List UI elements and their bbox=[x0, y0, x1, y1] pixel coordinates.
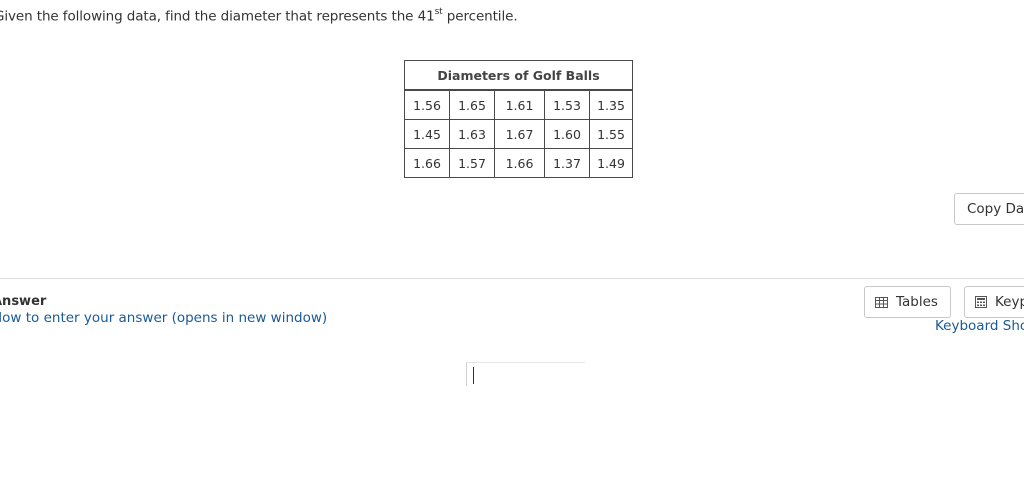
keypad-label: Keypad bbox=[995, 294, 1024, 310]
answer-input[interactable] bbox=[466, 362, 585, 386]
keyboard-shortcuts-link[interactable]: Keyboard Shortcuts bbox=[935, 318, 1024, 334]
question-text: Given the following data, find the diame… bbox=[0, 7, 518, 25]
table-caption: Diameters of Golf Balls bbox=[404, 60, 633, 91]
table-grid-icon bbox=[875, 296, 888, 308]
table-cell: 1.56 bbox=[404, 89, 450, 120]
answer-heading: Answer bbox=[0, 294, 47, 309]
table-cell: 1.67 bbox=[494, 119, 545, 149]
table-cell: 1.63 bbox=[449, 119, 495, 149]
table-cell: 1.66 bbox=[404, 148, 450, 178]
table-cell: 1.57 bbox=[449, 148, 495, 178]
table-row: 1.56 1.65 1.61 1.53 1.35 bbox=[404, 89, 633, 120]
question-suffix: percentile. bbox=[442, 8, 518, 25]
table-row: 1.45 1.63 1.67 1.60 1.55 bbox=[404, 119, 633, 149]
question-ordinal: 41 bbox=[417, 8, 435, 25]
tables-label: Tables bbox=[896, 294, 938, 310]
copy-data-button[interactable]: Copy Data bbox=[954, 193, 1024, 225]
table-cell: 1.53 bbox=[544, 89, 590, 120]
how-to-enter-answer-link[interactable]: How to enter your answer (opens in new w… bbox=[0, 310, 327, 326]
keypad-button[interactable]: Keypad bbox=[964, 286, 1024, 318]
table-cell: 1.45 bbox=[404, 119, 450, 149]
calculator-icon bbox=[975, 296, 987, 308]
table-cell: 1.35 bbox=[589, 89, 633, 120]
table-cell: 1.49 bbox=[589, 148, 633, 178]
question-ordinal-suffix: st bbox=[434, 7, 443, 17]
table-cell: 1.55 bbox=[589, 119, 633, 149]
copy-data-label: Copy Data bbox=[967, 201, 1024, 217]
table-cell: 1.37 bbox=[544, 148, 590, 178]
table-cell: 1.65 bbox=[449, 89, 495, 120]
golf-ball-diameters-table: Diameters of Golf Balls 1.56 1.65 1.61 1… bbox=[404, 60, 633, 178]
table-cell: 1.66 bbox=[494, 148, 545, 178]
section-divider bbox=[0, 278, 1024, 279]
table-cell: 1.60 bbox=[544, 119, 590, 149]
tables-button[interactable]: Tables bbox=[864, 286, 951, 318]
table-cell: 1.61 bbox=[494, 89, 545, 120]
text-caret bbox=[473, 367, 474, 384]
table-row: 1.66 1.57 1.66 1.37 1.49 bbox=[404, 148, 633, 178]
question-prefix: Given the following data, find the diame… bbox=[0, 8, 418, 25]
